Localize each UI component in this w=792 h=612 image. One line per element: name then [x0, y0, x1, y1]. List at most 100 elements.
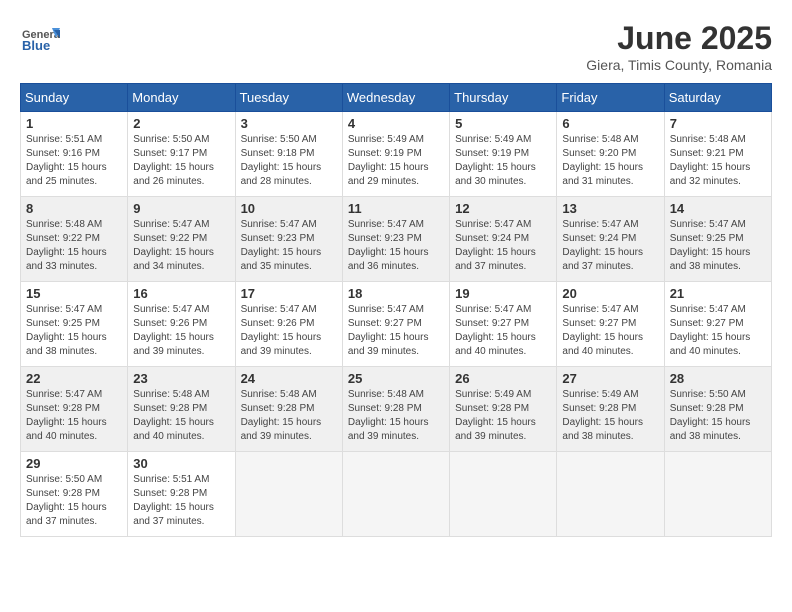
calendar-cell: 18 Sunrise: 5:47 AM Sunset: 9:27 PM Dayli…	[342, 282, 449, 367]
column-header-friday: Friday	[557, 84, 664, 112]
calendar-cell: 14Sunrise: 5:47 AM Sunset: 9:25 PM Dayli…	[664, 197, 771, 282]
day-info: Sunrise: 5:47 AM Sunset: 9:23 PM Dayligh…	[348, 218, 444, 274]
calendar-cell: 3 Sunrise: 5:50 AM Sunset: 9:18 PM Daylig…	[235, 112, 342, 197]
day-number: 11	[348, 201, 444, 216]
logo-icon: General Blue	[20, 20, 60, 60]
column-header-wednesday: Wednesday	[342, 84, 449, 112]
day-number: 9	[133, 201, 229, 216]
calendar-cell	[557, 452, 664, 537]
calendar-cell: 26 Sunrise: 5:49 AM Sunset: 9:28 PM Dayli…	[450, 367, 557, 452]
day-info: Sunrise: 5:47 AM Sunset: 9:27 PM Dayligh…	[348, 303, 444, 359]
day-info: Sunrise: 5:48 AM Sunset: 9:20 PM Dayligh…	[562, 133, 658, 189]
calendar-cell: 2 Sunrise: 5:50 AM Sunset: 9:17 PM Daylig…	[128, 112, 235, 197]
day-info: Sunrise: 5:47 AM Sunset: 9:23 PM Dayligh…	[241, 218, 337, 274]
month-title: June 2025	[586, 20, 772, 57]
day-number: 23	[133, 371, 229, 386]
calendar-cell: 4 Sunrise: 5:49 AM Sunset: 9:19 PM Daylig…	[342, 112, 449, 197]
day-number: 17	[241, 286, 337, 301]
day-number: 26	[455, 371, 551, 386]
day-info: Sunrise: 5:47 AM Sunset: 9:25 PM Dayligh…	[670, 218, 766, 274]
day-info: Sunrise: 5:48 AM Sunset: 9:22 PM Dayligh…	[26, 218, 122, 274]
day-number: 25	[348, 371, 444, 386]
calendar-cell: 10 Sunrise: 5:47 AM Sunset: 9:23 PM Dayli…	[235, 197, 342, 282]
day-number: 1	[26, 116, 122, 131]
calendar-cell	[664, 452, 771, 537]
calendar-cell: 27 Sunrise: 5:49 AM Sunset: 9:28 PM Dayli…	[557, 367, 664, 452]
day-info: Sunrise: 5:49 AM Sunset: 9:28 PM Dayligh…	[562, 388, 658, 444]
day-info: Sunrise: 5:48 AM Sunset: 9:28 PM Dayligh…	[241, 388, 337, 444]
day-number: 18	[348, 286, 444, 301]
page-header: General Blue June 2025 Giera, Timis Coun…	[20, 20, 772, 73]
day-info: Sunrise: 5:47 AM Sunset: 9:28 PM Dayligh…	[26, 388, 122, 444]
day-info: Sunrise: 5:49 AM Sunset: 9:28 PM Dayligh…	[455, 388, 551, 444]
day-info: Sunrise: 5:47 AM Sunset: 9:26 PM Dayligh…	[133, 303, 229, 359]
calendar-cell: 25 Sunrise: 5:48 AM Sunset: 9:28 PM Dayli…	[342, 367, 449, 452]
title-area: June 2025 Giera, Timis County, Romania	[586, 20, 772, 73]
column-header-saturday: Saturday	[664, 84, 771, 112]
calendar-week-4: 22Sunrise: 5:47 AM Sunset: 9:28 PM Dayli…	[21, 367, 772, 452]
day-info: Sunrise: 5:49 AM Sunset: 9:19 PM Dayligh…	[348, 133, 444, 189]
calendar-cell: 12 Sunrise: 5:47 AM Sunset: 9:24 PM Dayli…	[450, 197, 557, 282]
calendar-cell: 29 Sunrise: 5:50 AM Sunset: 9:28 PM Dayli…	[21, 452, 128, 537]
day-number: 12	[455, 201, 551, 216]
day-number: 6	[562, 116, 658, 131]
calendar-cell: 13 Sunrise: 5:47 AM Sunset: 9:24 PM Dayli…	[557, 197, 664, 282]
day-info: Sunrise: 5:50 AM Sunset: 9:28 PM Dayligh…	[670, 388, 766, 444]
calendar-week-1: 1 Sunrise: 5:51 AM Sunset: 9:16 PM Daylig…	[21, 112, 772, 197]
calendar-cell: 28 Sunrise: 5:50 AM Sunset: 9:28 PM Dayli…	[664, 367, 771, 452]
calendar-cell: 24 Sunrise: 5:48 AM Sunset: 9:28 PM Dayli…	[235, 367, 342, 452]
day-info: Sunrise: 5:50 AM Sunset: 9:17 PM Dayligh…	[133, 133, 229, 189]
day-number: 28	[670, 371, 766, 386]
calendar-cell	[235, 452, 342, 537]
calendar-cell	[342, 452, 449, 537]
day-number: 19	[455, 286, 551, 301]
calendar-cell: 23 Sunrise: 5:48 AM Sunset: 9:28 PM Dayli…	[128, 367, 235, 452]
calendar-cell: 11 Sunrise: 5:47 AM Sunset: 9:23 PM Dayli…	[342, 197, 449, 282]
day-number: 10	[241, 201, 337, 216]
day-number: 8	[26, 201, 122, 216]
calendar-cell: 8 Sunrise: 5:48 AM Sunset: 9:22 PM Daylig…	[21, 197, 128, 282]
day-number: 4	[348, 116, 444, 131]
calendar-week-5: 29 Sunrise: 5:50 AM Sunset: 9:28 PM Dayli…	[21, 452, 772, 537]
day-number: 29	[26, 456, 122, 471]
calendar-header: SundayMondayTuesdayWednesdayThursdayFrid…	[21, 84, 772, 112]
calendar-cell	[450, 452, 557, 537]
day-info: Sunrise: 5:47 AM Sunset: 9:24 PM Dayligh…	[562, 218, 658, 274]
day-number: 24	[241, 371, 337, 386]
day-info: Sunrise: 5:47 AM Sunset: 9:25 PM Dayligh…	[26, 303, 122, 359]
day-number: 15	[26, 286, 122, 301]
calendar-cell: 21Sunrise: 5:47 AM Sunset: 9:27 PM Dayli…	[664, 282, 771, 367]
column-header-monday: Monday	[128, 84, 235, 112]
day-number: 13	[562, 201, 658, 216]
day-number: 7	[670, 116, 766, 131]
calendar-cell: 15 Sunrise: 5:47 AM Sunset: 9:25 PM Dayli…	[21, 282, 128, 367]
calendar-cell: 9Sunrise: 5:47 AM Sunset: 9:22 PM Daylig…	[128, 197, 235, 282]
day-number: 27	[562, 371, 658, 386]
calendar-cell: 1 Sunrise: 5:51 AM Sunset: 9:16 PM Daylig…	[21, 112, 128, 197]
day-info: Sunrise: 5:47 AM Sunset: 9:27 PM Dayligh…	[562, 303, 658, 359]
day-number: 21	[670, 286, 766, 301]
subtitle: Giera, Timis County, Romania	[586, 57, 772, 73]
day-info: Sunrise: 5:48 AM Sunset: 9:28 PM Dayligh…	[348, 388, 444, 444]
day-info: Sunrise: 5:48 AM Sunset: 9:28 PM Dayligh…	[133, 388, 229, 444]
calendar-week-3: 15 Sunrise: 5:47 AM Sunset: 9:25 PM Dayli…	[21, 282, 772, 367]
calendar-cell: 7 Sunrise: 5:48 AM Sunset: 9:21 PM Daylig…	[664, 112, 771, 197]
calendar-cell: 17 Sunrise: 5:47 AM Sunset: 9:26 PM Dayli…	[235, 282, 342, 367]
day-info: Sunrise: 5:51 AM Sunset: 9:16 PM Dayligh…	[26, 133, 122, 189]
day-info: Sunrise: 5:49 AM Sunset: 9:19 PM Dayligh…	[455, 133, 551, 189]
day-number: 16	[133, 286, 229, 301]
calendar-cell: 22Sunrise: 5:47 AM Sunset: 9:28 PM Dayli…	[21, 367, 128, 452]
day-info: Sunrise: 5:47 AM Sunset: 9:24 PM Dayligh…	[455, 218, 551, 274]
day-info: Sunrise: 5:50 AM Sunset: 9:18 PM Dayligh…	[241, 133, 337, 189]
day-info: Sunrise: 5:47 AM Sunset: 9:26 PM Dayligh…	[241, 303, 337, 359]
day-number: 30	[133, 456, 229, 471]
day-info: Sunrise: 5:48 AM Sunset: 9:21 PM Dayligh…	[670, 133, 766, 189]
calendar-cell: 30Sunrise: 5:51 AM Sunset: 9:28 PM Dayli…	[128, 452, 235, 537]
calendar-week-2: 8 Sunrise: 5:48 AM Sunset: 9:22 PM Daylig…	[21, 197, 772, 282]
day-info: Sunrise: 5:50 AM Sunset: 9:28 PM Dayligh…	[26, 473, 122, 529]
day-number: 3	[241, 116, 337, 131]
calendar-cell: 19Sunrise: 5:47 AM Sunset: 9:27 PM Dayli…	[450, 282, 557, 367]
day-number: 2	[133, 116, 229, 131]
column-header-sunday: Sunday	[21, 84, 128, 112]
svg-text:Blue: Blue	[22, 38, 50, 53]
